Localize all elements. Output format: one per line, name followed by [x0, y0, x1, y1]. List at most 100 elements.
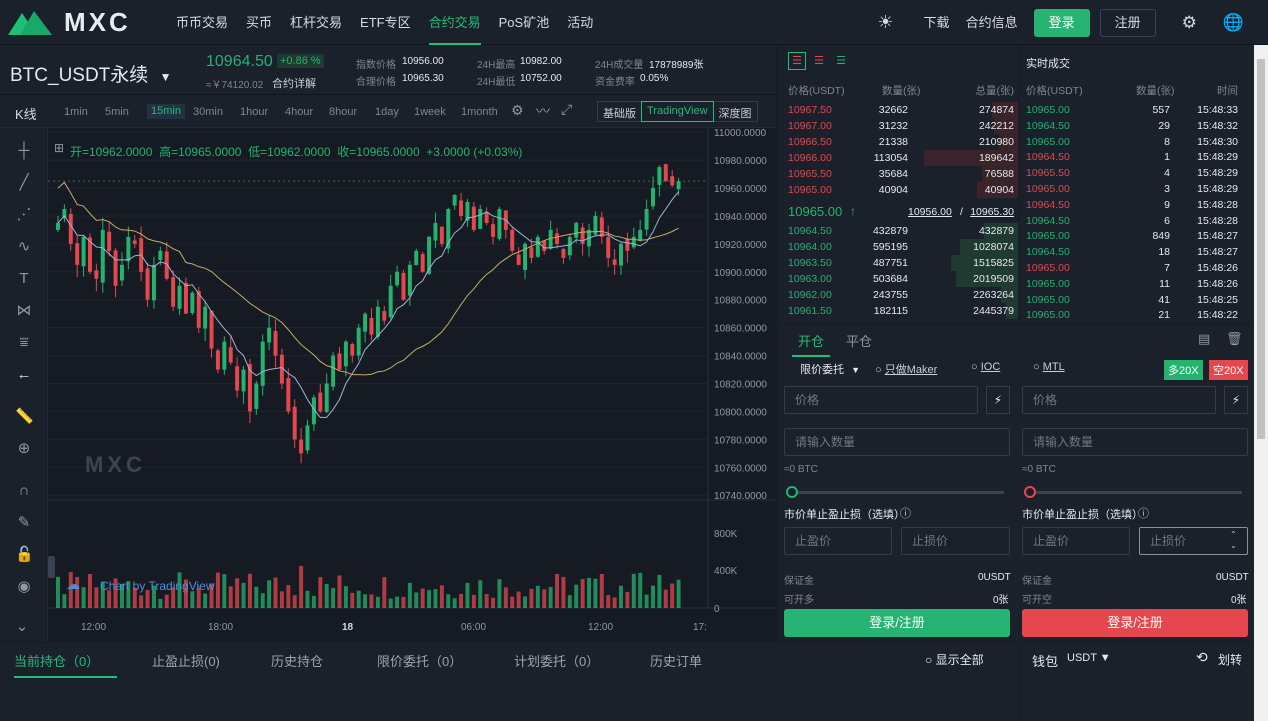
short-qty-slider[interactable] — [1024, 486, 1242, 498]
position-tab-3[interactable]: 限价委托（0） — [377, 651, 462, 670]
position-tab-2[interactable]: 历史持仓 — [271, 651, 323, 670]
symbol-selector[interactable]: BTC_USDT永续 ▼ — [10, 60, 171, 87]
nav-item-6[interactable]: 活动 — [567, 0, 593, 45]
long-qty-slider[interactable] — [786, 486, 1004, 498]
contract-detail-link[interactable]: 合约详解 — [272, 75, 316, 91]
prediction-icon[interactable]: ⩸ — [15, 334, 33, 352]
lock-icon[interactable]: 🔓 — [15, 546, 34, 564]
download-link[interactable]: 下载 — [924, 0, 950, 45]
timeframe-1hour[interactable]: 1hour — [240, 106, 268, 118]
short-sl-stepper-icon[interactable]: ⌃ ⌄ — [1230, 529, 1237, 551]
bids-row[interactable]: 10964.00 595195 1028074 — [778, 239, 1018, 255]
timeframe-1min[interactable]: 1min — [64, 106, 88, 118]
eye-icon[interactable]: ◉ — [15, 578, 33, 596]
trendline-icon[interactable]: ╱ — [15, 174, 33, 192]
collapse-handle[interactable] — [48, 556, 55, 578]
asks-row[interactable]: 10966.50 21338 210980 — [778, 134, 1018, 150]
asks-row[interactable]: 10967.50 32662 274874 — [778, 102, 1018, 118]
ruler-icon[interactable]: 📏 — [15, 408, 34, 426]
fib-tool-icon[interactable]: ⋰ — [15, 206, 33, 224]
indicators-icon[interactable]: 〰 — [536, 101, 550, 121]
asks-row[interactable]: 10966.00 113054 189642 — [778, 150, 1018, 166]
timeframe-5min[interactable]: 5min — [105, 106, 129, 118]
brush-icon[interactable]: ∿ — [15, 238, 33, 256]
transfer-icon[interactable]: ⟲ — [1196, 649, 1208, 666]
asks-row[interactable]: 10965.50 35684 76588 — [778, 166, 1018, 182]
ioc-radio[interactable]: ○ IOC — [971, 361, 1000, 373]
magnet-icon[interactable]: ∩ — [15, 482, 33, 500]
position-tab-0[interactable]: 当前持仓（0） — [14, 651, 118, 678]
nav-item-0[interactable]: 币币交易 — [176, 0, 228, 45]
order-type-select[interactable]: 限价委托 ▼ — [800, 361, 860, 377]
text-tool-icon[interactable]: T — [15, 270, 33, 288]
timeframe-1day[interactable]: 1day — [375, 106, 399, 118]
fullscreen-icon[interactable]: ⤢ — [561, 101, 572, 118]
tab-close-position[interactable]: 平仓 — [846, 331, 872, 350]
chart-settings-icon[interactable]: ⚙ — [511, 102, 524, 119]
price-chart[interactable]: 11000.0000 10980.0000 10960.0000 10940.0000… — [48, 128, 776, 641]
transfer-button[interactable]: 划转 — [1218, 651, 1242, 668]
depth-chart-button[interactable]: 深度图 — [714, 102, 757, 121]
timeframe-30min[interactable]: 30min — [193, 106, 223, 118]
long-sl-input[interactable]: 止损价 — [901, 527, 1010, 555]
long-leverage-button[interactable]: 多20X — [1164, 360, 1203, 380]
theme-toggle-icon[interactable]: ☀ — [877, 12, 893, 33]
asks-row[interactable]: 10967.00 31232 242212 — [778, 118, 1018, 134]
timeframe-4hour[interactable]: 4hour — [285, 106, 313, 118]
short-qty-input[interactable]: 请输入数量 — [1022, 428, 1248, 456]
position-tab-5[interactable]: 历史订单 — [650, 651, 702, 670]
position-tab-1[interactable]: 止盈止损(0) — [152, 651, 220, 670]
view-both-icon[interactable]: ☰ — [788, 52, 806, 70]
short-login-button[interactable]: 登录/注册 — [1022, 609, 1248, 637]
language-globe-icon[interactable]: 🌐 — [1223, 13, 1244, 33]
bids-row[interactable]: 10963.00 503684 2019509 — [778, 271, 1018, 287]
timeframe-1week[interactable]: 1week — [414, 106, 446, 118]
short-price-input[interactable]: 价格 — [1022, 386, 1216, 414]
nav-item-2[interactable]: 杠杆交易 — [290, 0, 342, 45]
short-tp-input[interactable]: 止盈价 — [1022, 527, 1130, 555]
nav-item-5[interactable]: PoS矿池 — [499, 0, 550, 45]
timeframe-15min[interactable]: 15min — [147, 104, 185, 119]
long-login-button[interactable]: 登录/注册 — [784, 609, 1010, 637]
position-tab-4[interactable]: 计划委托（0） — [514, 651, 599, 670]
bids-row[interactable]: 10963.50 487751 1515825 — [778, 255, 1018, 271]
long-price-input[interactable]: 价格 — [784, 386, 978, 414]
bids-row[interactable]: 10964.50 432879 432879 — [778, 223, 1018, 239]
timeframe-8hour[interactable]: 8hour — [329, 106, 357, 118]
lock-drawings-icon[interactable]: ✎ — [15, 514, 33, 532]
page-scrollbar[interactable] — [1254, 45, 1268, 721]
zoom-in-icon[interactable]: ⊕ — [15, 440, 33, 458]
tradingview-mode-button[interactable]: TradingView — [641, 101, 714, 122]
mtl-radio[interactable]: ○ MTL — [1033, 361, 1065, 373]
nav-item-1[interactable]: 买币 — [246, 0, 272, 45]
brand-logo[interactable]: MXC — [8, 7, 158, 38]
long-price-flash-button[interactable]: ⚡ — [986, 386, 1010, 414]
long-tpsl-help-icon[interactable]: ⓘ — [900, 505, 911, 521]
long-tp-input[interactable]: 止盈价 — [784, 527, 892, 555]
bids-row[interactable]: 10961.50 182115 2445379 — [778, 303, 1018, 319]
settings-gear-icon[interactable]: ⚙ — [1182, 13, 1197, 33]
wallet-currency-select[interactable]: USDT ▼ — [1067, 652, 1111, 664]
bids-row[interactable]: 10962.00 243755 2263264 — [778, 287, 1018, 303]
login-button[interactable]: 登录 — [1033, 8, 1090, 37]
tradingview-credit[interactable]: Chart by TradingView — [100, 579, 215, 593]
short-leverage-button[interactable]: 空20X — [1209, 360, 1248, 380]
contract-info-link[interactable]: 合约信息 — [966, 0, 1018, 45]
view-asks-icon[interactable]: ☰ — [810, 52, 828, 70]
timeframe-1month[interactable]: 1month — [461, 106, 498, 118]
maker-radio[interactable]: ○ 只做Maker — [875, 361, 937, 377]
long-qty-input[interactable]: 请输入数量 — [784, 428, 1010, 456]
nav-item-3[interactable]: ETF专区 — [360, 0, 411, 45]
trash-icon[interactable]: 🗑 — [1226, 331, 1243, 347]
basic-mode-button[interactable]: 基础版 — [598, 102, 641, 121]
crosshair-icon[interactable]: ┼ — [15, 142, 33, 160]
view-bids-icon[interactable]: ☰ — [832, 52, 850, 70]
show-all-checkbox[interactable]: ○ 显示全部 — [925, 651, 984, 668]
register-button[interactable]: 注册 — [1099, 8, 1156, 37]
collapse-tools-icon[interactable]: ⌄ — [13, 618, 31, 636]
arrow-left-icon[interactable]: ← — [15, 366, 33, 384]
nav-item-4[interactable]: 合约交易 — [428, 0, 481, 45]
tab-open-position[interactable]: 开仓 — [792, 331, 831, 357]
asks-row[interactable]: 10965.00 40904 40904 — [778, 182, 1018, 198]
short-tpsl-help-icon[interactable]: ⓘ — [1138, 505, 1149, 521]
